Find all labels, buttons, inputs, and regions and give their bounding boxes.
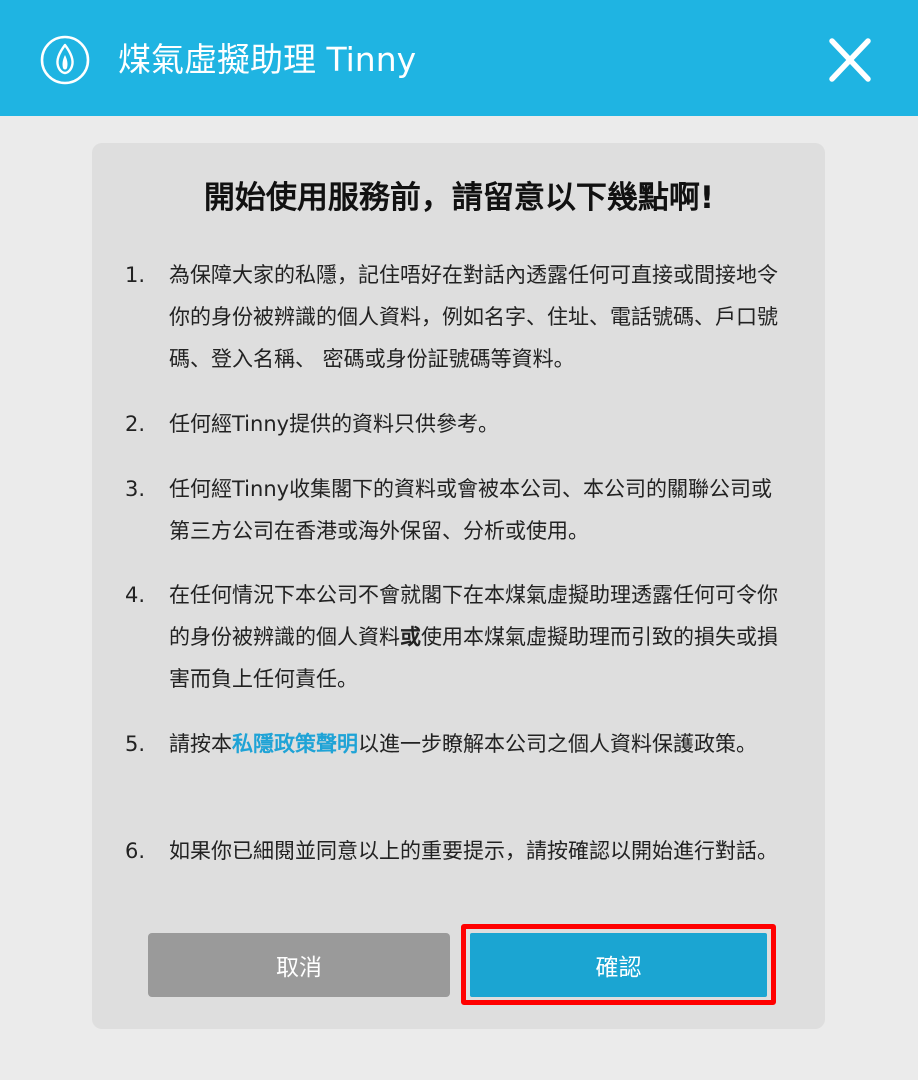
close-icon[interactable] (820, 33, 880, 89)
cancel-button[interactable]: 取消 (148, 933, 450, 997)
confirm-button[interactable]: 確認 (470, 933, 767, 997)
flame-icon (40, 35, 90, 85)
notice-heading: 開始使用服務前，請留意以下幾點啊! (203, 180, 715, 216)
privacy-policy-link[interactable]: 私隱政策聲明 (232, 732, 358, 756)
header-bar: 煤氣虛擬助理 Tinny (0, 0, 918, 116)
item-number: 5. (125, 732, 146, 756)
item-number: 3. (125, 477, 146, 501)
item-text: 在任何情況下本公司不會就閣下在本煤氣虛擬助理透露任何可令你的身份被辨識的個人資料… (169, 574, 781, 700)
item-number: 6. (125, 839, 146, 863)
item-text: 任何經Tinny提供的資料只供參考。 (169, 412, 500, 436)
item-text: 為保障大家的私隱，記住唔好在對話內透露任何可直接或間接地令你的身份被辨識的個人資… (169, 263, 778, 371)
item-text: 如果你已細閱並同意以上的重要提示，請按確認以開始進行對話。 (169, 839, 778, 863)
item-text-bold: 或 (400, 625, 421, 649)
item-text-part: 請按本 (169, 732, 232, 756)
item-number: 2. (125, 412, 146, 436)
item-text: 任何經Tinny收集閣下的資料或會被本公司、本公司的關聯公司或第三方公司在香港或… (169, 477, 773, 543)
item-text: 請按本私隱政策聲明以進一步瞭解本公司之個人資料保護政策。 (169, 723, 781, 765)
item-number: 1. (125, 263, 146, 287)
app-title: 煤氣虛擬助理 Tinny (118, 40, 417, 79)
item-text-part: 以進一步瞭解本公司之個人資料保護政策。 (358, 732, 757, 756)
item-number: 4. (125, 583, 146, 607)
